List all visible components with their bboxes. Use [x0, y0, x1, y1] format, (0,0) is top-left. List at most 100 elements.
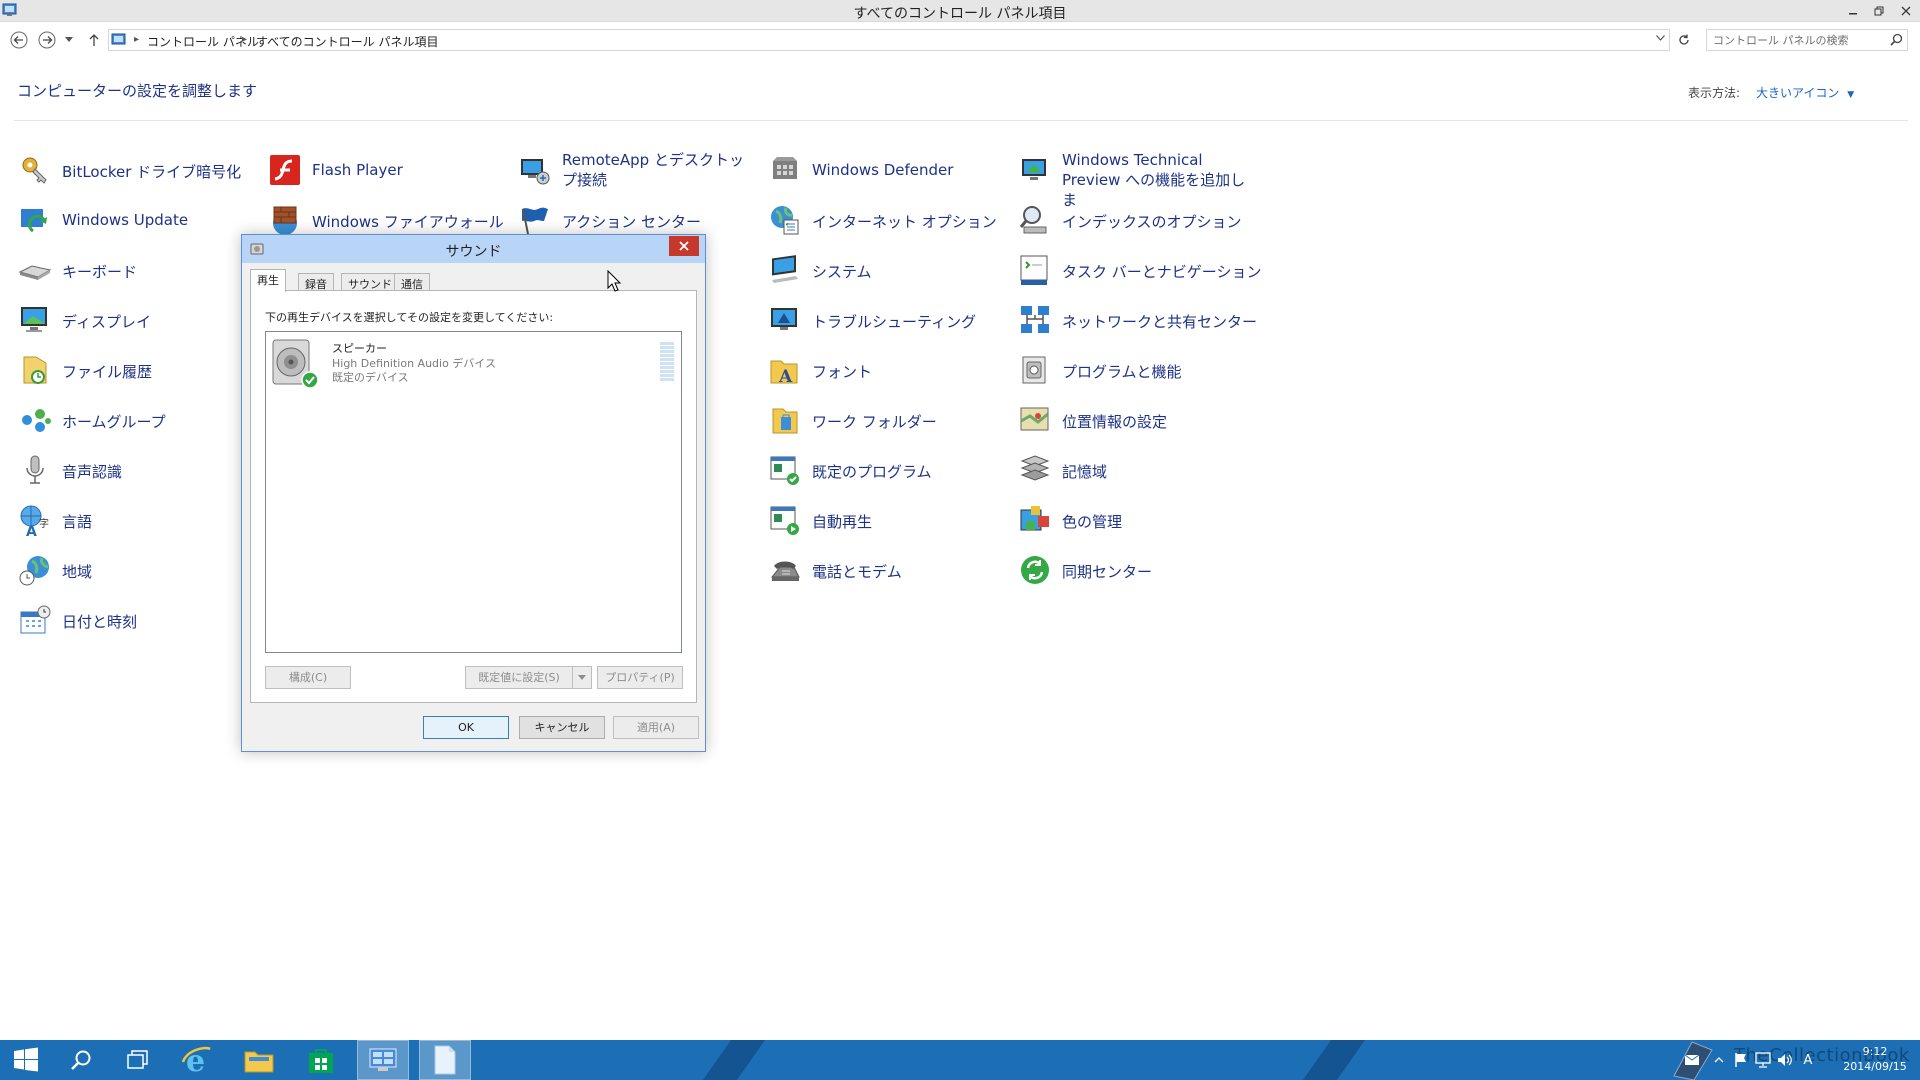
cp-item-windows-update[interactable]: Windows Update [18, 200, 258, 240]
tray-message-icon[interactable] [1678, 1040, 1706, 1080]
taskbar-file-explorer[interactable] [233, 1040, 285, 1080]
show-hidden-icons-button[interactable] [1710, 1040, 1728, 1080]
tab-recording[interactable]: 録音 [298, 273, 334, 291]
cp-item-internet-options[interactable]: インターネット オプション [768, 200, 1008, 240]
cp-item-windows-defender[interactable]: Windows Defender [768, 150, 1008, 190]
control-panel-icon [111, 32, 127, 48]
cp-item-label: 自動再生 [812, 513, 873, 531]
cp-item-default-programs[interactable]: 既定のプログラム [768, 450, 1008, 490]
cp-item-technical-preview[interactable]: Windows Technical Preview への機能を追加しま [1018, 150, 1258, 209]
close-button[interactable] [1892, 0, 1920, 22]
cp-item-keyboard[interactable]: キーボード [18, 250, 258, 290]
taskbar-store[interactable] [295, 1040, 347, 1080]
tray-flag-icon[interactable] [1731, 1040, 1751, 1080]
forward-button[interactable] [37, 30, 57, 50]
back-arrow-icon [10, 31, 28, 49]
cp-item-region[interactable]: 地域 [18, 550, 258, 590]
cp-item-indexing-options[interactable]: インデックスのオプション [1018, 200, 1258, 240]
taskbar-document-window[interactable] [419, 1040, 471, 1080]
cp-item-location-settings[interactable]: 位置情報の設定 [1018, 400, 1258, 440]
cp-item-speech-recognition[interactable]: 音声認識 [18, 450, 258, 490]
back-button[interactable] [9, 30, 29, 50]
cp-item-label: ネットワークと共有センター [1062, 313, 1258, 331]
dialog-close-button[interactable] [669, 236, 699, 256]
minimize-button[interactable] [1840, 0, 1866, 22]
cp-item-programs-features[interactable]: プログラムと機能 [1018, 350, 1258, 390]
system-icon [768, 253, 802, 287]
dialog-titlebar[interactable]: サウンド [242, 235, 705, 263]
cp-item-label: RemoteApp とデスクトップ接続 [562, 151, 744, 189]
address-dropdown-icon[interactable] [1656, 35, 1665, 41]
sound-dialog: サウンド 再生 録音 サウンド 通信 下の再生デバイスを選択してその設定を変更し… [241, 234, 706, 752]
up-button[interactable] [84, 30, 104, 50]
tray-ime-indicator[interactable]: A [1797, 1040, 1819, 1080]
taskbar-search-button[interactable] [55, 1040, 107, 1080]
restore-button[interactable] [1866, 0, 1892, 22]
breadcrumb-separator-icon[interactable]: ▸ [134, 34, 139, 45]
cp-item-label: ディスプレイ [62, 313, 151, 331]
search-icon[interactable] [1890, 33, 1903, 46]
set-default-button[interactable]: 既定値に設定(S) [465, 666, 573, 689]
tab-communications[interactable]: 通信 [394, 273, 430, 291]
cp-item-fonts[interactable]: A フォント [768, 350, 1008, 390]
cp-item-phone-modem[interactable]: 電話とモデム [768, 550, 1008, 590]
search-input[interactable] [1713, 32, 1883, 48]
cp-item-troubleshooting[interactable]: トラブルシューティング [768, 300, 1008, 340]
cp-item-homegroup[interactable]: ホームグループ [18, 400, 258, 440]
tab-playback[interactable]: 再生 [250, 269, 286, 292]
clock-time: 9:12 [1862, 1045, 1888, 1058]
set-default-dropdown[interactable] [572, 666, 592, 689]
ok-button[interactable]: OK [423, 716, 509, 739]
cp-item-color-management[interactable]: 色の管理 [1018, 500, 1258, 540]
tray-network-icon[interactable] [1753, 1040, 1773, 1080]
playback-instruction: 下の再生デバイスを選択してその設定を変更してください: [265, 311, 554, 324]
start-button[interactable] [0, 1040, 52, 1080]
taskbar-clock[interactable]: 9:12 2014/09/15 [1832, 1044, 1918, 1074]
cp-item-file-history[interactable]: ファイル履歴 [18, 350, 258, 390]
cp-item-language[interactable]: A字 言語 [18, 500, 258, 540]
dialog-body: 再生 録音 サウンド 通信 下の再生デバイスを選択してその設定を変更してください… [242, 263, 705, 751]
cp-item-system[interactable]: システム [768, 250, 1008, 290]
document-icon [434, 1045, 456, 1075]
tray-volume-icon[interactable] [1775, 1040, 1795, 1080]
view-by-dropdown[interactable]: 大きいアイコン ▼ [1756, 84, 1854, 101]
apply-button[interactable]: 適用(A) [613, 716, 699, 739]
forward-arrow-icon [38, 31, 56, 49]
breadcrumb-all-items[interactable]: すべてのコントロール パネル項目 [256, 33, 439, 50]
configure-button[interactable]: 構成(C) [265, 666, 351, 689]
cp-item-flash-player[interactable]: Flash Player [268, 150, 508, 190]
breadcrumb-separator-icon[interactable]: ▸ [242, 34, 247, 45]
cp-item-storage-spaces[interactable]: 記憶域 [1018, 450, 1258, 490]
window-titlebar: すべてのコントロール パネル項目 [0, 0, 1920, 22]
cp-item-taskbar-navigation[interactable]: タスク バーとナビゲーション [1018, 250, 1261, 290]
refresh-button[interactable] [1672, 29, 1696, 51]
internet-options-icon [768, 203, 802, 237]
cp-item-label: Flash Player [312, 161, 403, 179]
cp-item-label: Windows ファイアウォール [312, 213, 504, 231]
cp-item-date-time[interactable]: 日付と時刻 [18, 600, 258, 640]
recent-locations-button[interactable] [62, 30, 76, 50]
cancel-button[interactable]: キャンセル [519, 716, 605, 739]
location-settings-icon [1018, 403, 1052, 437]
cp-item-display[interactable]: ディスプレイ [18, 300, 258, 340]
properties-button[interactable]: プロパティ(P) [597, 666, 683, 689]
cp-item-bitlocker[interactable]: BitLocker ドライブ暗号化 [18, 150, 258, 190]
breadcrumb[interactable]: ▸ コントロール パネル ▸ すべてのコントロール パネル項目 [108, 29, 1670, 51]
folder-icon [244, 1051, 274, 1073]
cp-item-label: Windows Defender [812, 161, 954, 179]
taskbar-internet-explorer[interactable]: e [170, 1040, 222, 1080]
tab-sounds[interactable]: サウンド [341, 273, 399, 291]
task-view-button[interactable] [112, 1040, 164, 1080]
cp-item-autoplay[interactable]: 自動再生 [768, 500, 1008, 540]
playback-device-list[interactable]: スピーカー High Definition Audio デバイス 既定のデバイス [265, 331, 682, 653]
chevron-down-icon [578, 675, 586, 680]
device-status: 既定のデバイス [332, 371, 409, 384]
cp-item-sync-center[interactable]: 同期センター [1018, 550, 1258, 590]
taskbar-control-panel[interactable] [357, 1040, 409, 1080]
cp-item-remoteapp[interactable]: RemoteApp とデスクトップ接続 [518, 150, 758, 190]
cp-item-label: 言語 [62, 513, 93, 531]
cp-item-network-sharing[interactable]: ネットワークと共有センター [1018, 300, 1258, 340]
search-box[interactable] [1706, 29, 1908, 51]
device-item-speakers[interactable]: スピーカー High Definition Audio デバイス 既定のデバイス [269, 337, 674, 393]
cp-item-work-folders[interactable]: ワーク フォルダー [768, 400, 1008, 440]
